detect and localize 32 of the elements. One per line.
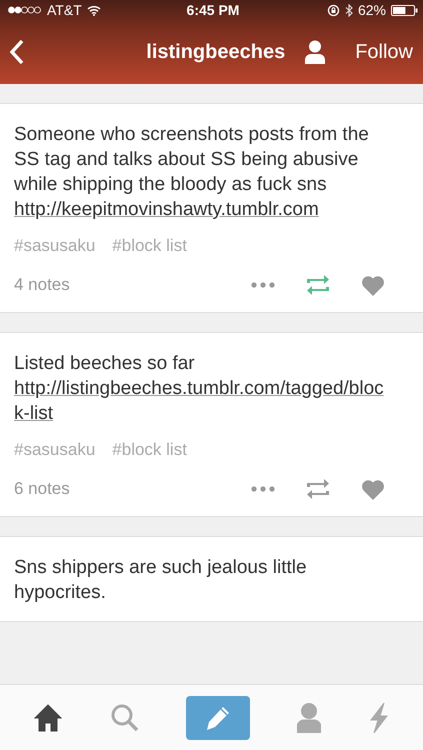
- follow-button[interactable]: Follow: [355, 40, 413, 64]
- rotation-lock-icon: [326, 4, 340, 16]
- more-icon[interactable]: [251, 282, 275, 288]
- post-tag[interactable]: #sasusaku: [14, 440, 96, 460]
- home-icon[interactable]: [33, 702, 64, 732]
- carrier: AT&T: [47, 2, 82, 18]
- person-icon[interactable]: [305, 40, 326, 64]
- post-link[interactable]: http://keepitmovinshawty.tumblr.com: [14, 197, 393, 222]
- compose-button[interactable]: [186, 696, 250, 740]
- heart-icon[interactable]: [361, 274, 385, 296]
- heart-icon[interactable]: [361, 478, 385, 500]
- wifi-icon: [86, 4, 101, 16]
- back-button[interactable]: [10, 39, 24, 65]
- blog-title: listingbeeches: [146, 40, 286, 64]
- post-text: Listed beeches so far: [14, 352, 196, 376]
- post-link[interactable]: http://listingbeeches.tumblr.com/tagged/block-list: [14, 376, 393, 426]
- lightning-icon[interactable]: [368, 702, 390, 732]
- post-tag[interactable]: #block list: [112, 236, 187, 256]
- signal-icon: [8, 6, 42, 14]
- more-icon[interactable]: [251, 486, 275, 492]
- reblog-icon[interactable]: [305, 478, 331, 500]
- notes-count[interactable]: 4 notes: [14, 275, 70, 295]
- post-tag[interactable]: #sasusaku: [14, 236, 96, 256]
- post-text: Sns shippers are such jealous little hypocrites.: [14, 556, 308, 605]
- notes-count[interactable]: 6 notes: [14, 479, 70, 499]
- bluetooth-icon: [344, 4, 353, 16]
- battery-icon: [390, 4, 418, 16]
- search-icon[interactable]: [110, 702, 140, 732]
- battery-percent: 62%: [358, 2, 386, 18]
- status-time: 6:45 PM: [186, 2, 240, 18]
- post-tag[interactable]: #block list: [112, 440, 187, 460]
- reblog-icon[interactable]: [305, 274, 331, 296]
